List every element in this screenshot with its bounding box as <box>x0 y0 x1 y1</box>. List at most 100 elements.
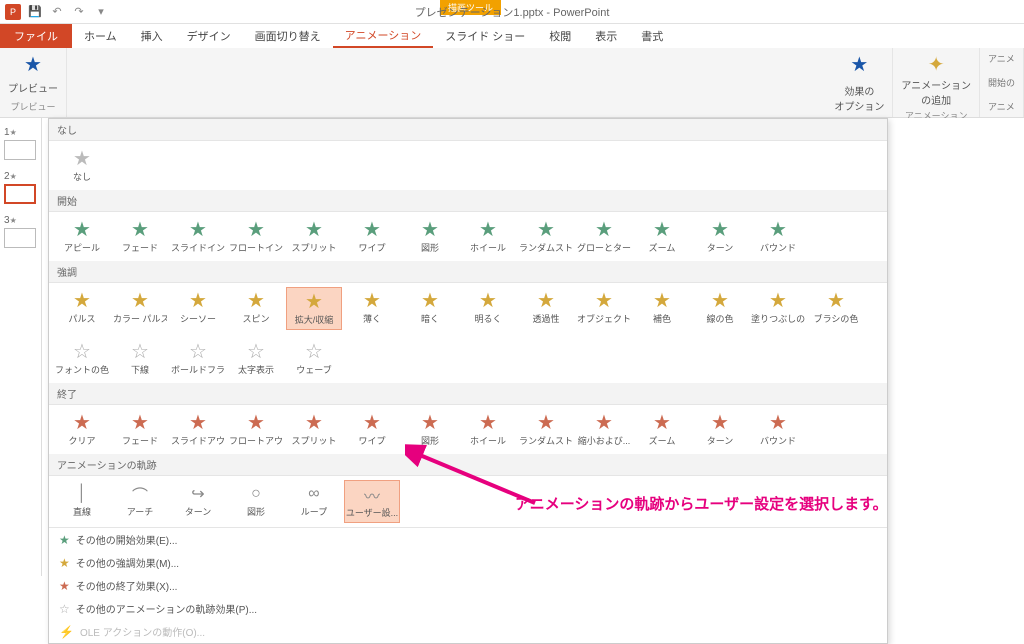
anim-item[interactable]: ☆ボールドフラ... <box>170 338 226 379</box>
star-icon: ★ <box>653 412 671 434</box>
anim-item[interactable]: ★ホイール <box>460 409 516 450</box>
anim-item[interactable]: 〰ユーザー設... <box>344 480 400 523</box>
tab-format[interactable]: 書式 <box>629 24 675 48</box>
anim-item[interactable]: ★拡大/収縮 <box>286 287 342 330</box>
anim-item[interactable]: ★バウンド <box>750 216 806 257</box>
anim-item[interactable]: ☆ウェーブ <box>286 338 342 379</box>
anim-item[interactable]: ★パルス <box>54 287 110 330</box>
anim-item[interactable]: ★スライドイン <box>170 216 226 257</box>
anim-item[interactable]: ★シーソー <box>170 287 226 330</box>
anim-item[interactable]: ★図形 <box>402 409 458 450</box>
anim-item[interactable]: ★ズーム <box>634 409 690 450</box>
anim-item[interactable]: ★スピン <box>228 287 284 330</box>
anim-item[interactable]: ○図形 <box>228 480 284 523</box>
star-icon: ★ <box>247 412 265 434</box>
anim-item[interactable]: ★ランダムスト... <box>518 216 574 257</box>
anim-item[interactable]: ★フロートアウト <box>228 409 284 450</box>
anim-item[interactable]: ★ランダムスト... <box>518 409 574 450</box>
ribbon-group-preview: ★ プレビュー プレビュー <box>0 48 67 117</box>
tab-animations[interactable]: アニメーション <box>333 24 434 48</box>
anim-item[interactable]: ★スプリット <box>286 216 342 257</box>
star-icon: ★ <box>305 291 323 313</box>
anim-item[interactable]: ★線の色 <box>692 287 748 330</box>
anim-item[interactable]: ★ホイール <box>460 216 516 257</box>
anim-item[interactable]: ☆下線 <box>112 338 168 379</box>
anim-item[interactable]: ★ワイプ <box>344 216 400 257</box>
slide-thumb-3[interactable]: 3★ <box>4 214 37 248</box>
star-icon: ★ <box>189 412 207 434</box>
gallery-header-motion: アニメーションの軌跡 <box>49 454 887 476</box>
anim-item[interactable]: ★暗く <box>402 287 458 330</box>
anim-item[interactable]: ☆フォントの色 <box>54 338 110 379</box>
effect-options-icon[interactable]: ★ <box>850 52 868 77</box>
anim-item[interactable]: ★ターン <box>692 409 748 450</box>
tab-review[interactable]: 校閲 <box>537 24 583 48</box>
effect-options-label[interactable]: 効果の オプション <box>834 83 884 113</box>
more-emphasis-effects[interactable]: ★その他の強調効果(M)... <box>49 551 887 574</box>
animation-gallery-dropdown: なし ★なし 開始 ★アピール★フェード★スライドイン★フロートイン★スプリット… <box>48 118 888 644</box>
star-icon: ★ <box>59 533 70 547</box>
anim-item[interactable]: ★フェード <box>112 409 168 450</box>
extra-3[interactable]: アニメ <box>988 100 1015 113</box>
star-icon: ★ <box>537 219 555 241</box>
anim-item[interactable]: ★明るく <box>460 287 516 330</box>
tab-design[interactable]: デザイン <box>175 24 243 48</box>
star-icon: ★ <box>131 219 149 241</box>
extra-1[interactable]: アニメ <box>988 52 1015 65</box>
preview-icon[interactable]: ★ <box>24 52 42 77</box>
main-area: 1★ 2★ 3★ なし ★なし 開始 ★アピール★フェード★スライドイン★フロー… <box>0 118 1024 576</box>
anim-item[interactable]: ★グローとターン <box>576 216 632 257</box>
anim-item[interactable]: ↪ターン <box>170 480 226 523</box>
anim-item[interactable]: │直線 <box>54 480 110 523</box>
tab-slideshow[interactable]: スライド ショー <box>433 24 537 48</box>
more-motion-paths[interactable]: ☆その他のアニメーションの軌跡効果(P)... <box>49 597 887 620</box>
star-icon: ☆ <box>73 341 91 363</box>
ole-action[interactable]: ⚡OLE アクションの動作(O)... <box>49 620 887 643</box>
anim-item[interactable]: ☆太字表示 <box>228 338 284 379</box>
anim-item[interactable]: ★カラー パルス <box>112 287 168 330</box>
star-icon: ★ <box>421 219 439 241</box>
anim-item[interactable]: ★薄く <box>344 287 400 330</box>
anim-item[interactable]: ★フェード <box>112 216 168 257</box>
anim-item[interactable]: ★フロートイン <box>228 216 284 257</box>
anim-item[interactable]: ★ブラシの色 <box>808 287 864 330</box>
animation-indicator-icon: ★ <box>10 172 17 181</box>
preview-label[interactable]: プレビュー <box>8 80 58 95</box>
start-from-beginning-icon[interactable]: ▾ <box>92 3 110 21</box>
tab-home[interactable]: ホーム <box>72 24 129 48</box>
anim-item[interactable]: ★ズーム <box>634 216 690 257</box>
anim-item[interactable]: ★オブジェクト ... <box>576 287 632 330</box>
extra-2[interactable]: 開始の <box>988 76 1015 89</box>
anim-item[interactable]: ★クリア <box>54 409 110 450</box>
anim-item[interactable]: ★図形 <box>402 216 458 257</box>
anim-item[interactable]: ★補色 <box>634 287 690 330</box>
star-icon: ★ <box>769 290 787 312</box>
more-exit-effects[interactable]: ★その他の終了効果(X)... <box>49 574 887 597</box>
add-animation-label[interactable]: アニメーション の追加 <box>901 77 971 107</box>
star-icon: ★ <box>595 412 613 434</box>
anim-item[interactable]: ★縮小および... <box>576 409 632 450</box>
anim-item[interactable]: ★スライドアウト <box>170 409 226 450</box>
anim-item[interactable]: ★ターン <box>692 216 748 257</box>
anim-item[interactable]: ∞ループ <box>286 480 342 523</box>
slide-thumb-2[interactable]: 2★ <box>4 170 37 204</box>
anim-item[interactable]: ★透過性 <box>518 287 574 330</box>
tab-transitions[interactable]: 画面切り替え <box>243 24 333 48</box>
save-icon[interactable]: 💾 <box>26 3 44 21</box>
anim-none[interactable]: ★なし <box>54 145 110 186</box>
anim-item[interactable]: ★塗りつぶしの色 <box>750 287 806 330</box>
star-icon: ☆ <box>305 341 323 363</box>
tab-view[interactable]: 表示 <box>583 24 629 48</box>
anim-item[interactable]: ★スプリット <box>286 409 342 450</box>
slide-thumb-1[interactable]: 1★ <box>4 126 37 160</box>
anim-item[interactable]: ★アピール <box>54 216 110 257</box>
more-entrance-effects[interactable]: ★その他の開始効果(E)... <box>49 528 887 551</box>
redo-icon[interactable]: ↷ <box>70 3 88 21</box>
tab-file[interactable]: ファイル <box>0 24 72 48</box>
anim-item[interactable]: ★ワイプ <box>344 409 400 450</box>
tab-insert[interactable]: 挿入 <box>129 24 175 48</box>
anim-item[interactable]: ⌒アーチ <box>112 480 168 523</box>
undo-icon[interactable]: ↶ <box>48 3 66 21</box>
add-animation-icon[interactable]: ✦ <box>928 52 945 77</box>
anim-item[interactable]: ★バウンド <box>750 409 806 450</box>
